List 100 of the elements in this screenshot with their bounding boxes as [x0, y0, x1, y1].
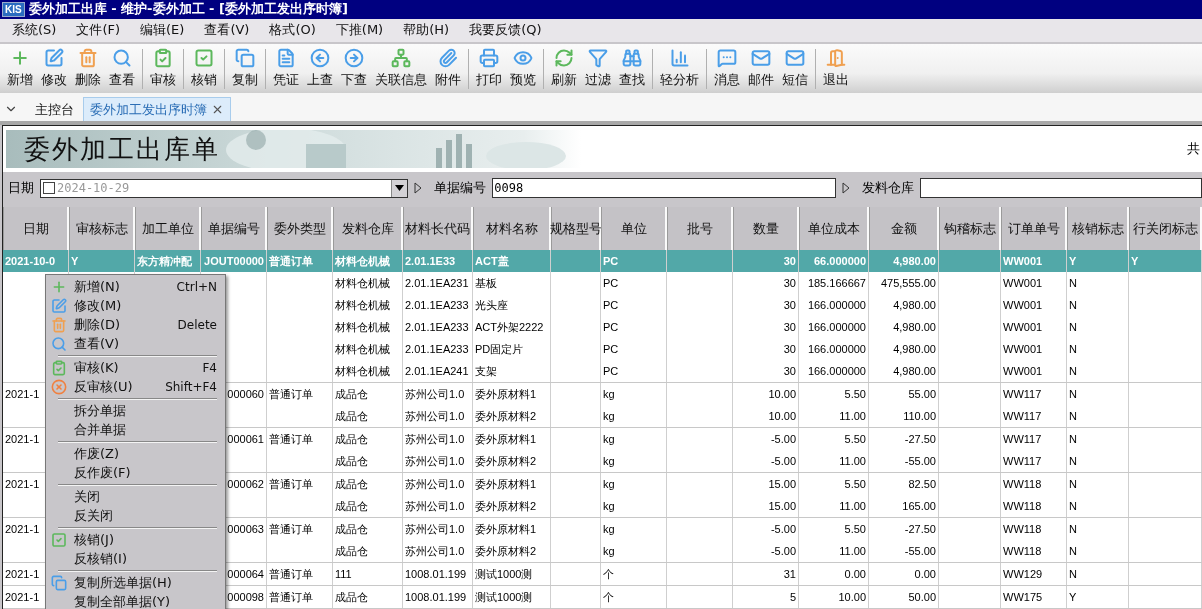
table-cell: PC: [603, 277, 619, 289]
toolbar-button[interactable]: 消息: [710, 46, 744, 92]
menu-item[interactable]: 新增(N) Ctrl+N: [46, 277, 225, 296]
toolbar-button[interactable]: 审核: [146, 46, 180, 92]
table-cell: WW118: [1003, 545, 1042, 557]
table-cell: -5.00: [770, 545, 796, 557]
clipboard-check-icon: [153, 48, 173, 69]
toolbar-button[interactable]: 下查: [337, 46, 371, 92]
triangle-right-icon[interactable]: [414, 182, 423, 194]
network-icon: [391, 48, 411, 69]
table-cell: 成品仓: [335, 521, 368, 537]
toolbar-button[interactable]: 上查: [303, 46, 337, 92]
table-cell: N: [1069, 478, 1077, 490]
right-arrow-circle-icon: [344, 48, 364, 69]
menu-item[interactable]: 系统(S): [2, 19, 67, 42]
toolbar-button[interactable]: 关联信息: [371, 46, 431, 92]
table-cell: WW117: [1003, 455, 1042, 467]
toolbar-button[interactable]: 打印: [472, 46, 506, 92]
table-cell: WW001: [1003, 321, 1043, 333]
menu-item[interactable]: 查看(V): [194, 19, 260, 42]
toolbar-button[interactable]: 轻分析: [656, 46, 703, 92]
toolbar-button[interactable]: 刷新: [547, 46, 581, 92]
toolbar-button[interactable]: 附件: [431, 46, 465, 92]
table-cell: kg: [603, 500, 615, 512]
trash-icon: [78, 48, 98, 69]
toolbar-button[interactable]: 复制: [228, 46, 262, 92]
menu-item[interactable]: 帮助(H): [393, 19, 460, 42]
table-cell: -55.00: [904, 455, 936, 467]
window-title: 委外加工出库 - 维护-委外加工 - [委外加工发出序时簿]: [28, 0, 348, 19]
table-cell: WW118: [1003, 500, 1042, 512]
menu-item[interactable]: 编辑(E): [130, 19, 195, 42]
table-cell: 111: [335, 568, 352, 580]
menu-item[interactable]: 修改(M): [46, 296, 225, 315]
search-icon: [51, 335, 67, 352]
table-cell: 5.50: [844, 478, 866, 490]
bill-number-label: 单据编号: [434, 179, 487, 197]
menu-item[interactable]: 我要反馈(Q): [459, 19, 552, 42]
table-cell: N: [1069, 410, 1077, 422]
table-cell: 委外原材料2: [475, 498, 537, 514]
table-cell: 材料仓机械: [335, 341, 390, 357]
toolbar-button[interactable]: 新增: [3, 46, 37, 92]
menu-item[interactable]: 审核(K) F4: [46, 358, 225, 377]
table-cell: N: [1069, 568, 1077, 580]
table-cell: N: [1069, 455, 1077, 467]
toolbar-button[interactable]: 短信: [778, 46, 812, 92]
table-cell: 2.01.1EA233: [405, 321, 469, 333]
table-cell: WW117: [1003, 433, 1042, 445]
warehouse-field[interactable]: [919, 178, 1202, 198]
table-cell: 30: [783, 277, 796, 289]
table-cell: 10.00: [768, 410, 796, 422]
menu-item[interactable]: 格式(O): [259, 19, 326, 42]
toolbar-button[interactable]: 预览: [506, 46, 540, 92]
shortcut-label: Ctrl+N: [176, 279, 217, 294]
table-cell: 委外原材料1: [475, 476, 537, 492]
tab[interactable]: 委外加工发出序时簿: [83, 97, 231, 121]
toolbar-button[interactable]: 邮件: [744, 46, 778, 92]
table-cell: 委外原材料1: [475, 521, 537, 537]
table-cell: 苏州公司1.0: [405, 408, 465, 424]
table-cell: N: [1069, 277, 1077, 289]
table-cell: 苏州公司1.0: [405, 476, 465, 492]
table-cell: 2.01.1EA233: [405, 299, 469, 311]
toolbar-button[interactable]: 修改: [37, 46, 71, 92]
bill-number-field[interactable]: 0098: [492, 178, 836, 198]
table-cell: 成品仓: [335, 408, 368, 424]
close-icon[interactable]: [211, 103, 224, 116]
table-cell: N: [1069, 343, 1077, 355]
table-cell: 30: [783, 299, 796, 311]
date-label: 日期: [8, 179, 34, 197]
toolbar-button[interactable]: 核销: [187, 46, 221, 92]
table-cell: 110.00: [903, 410, 936, 422]
toolbar-button[interactable]: 查找: [615, 46, 649, 92]
table-cell: 委外原材料1: [475, 431, 537, 447]
toolbar-button[interactable]: 查看: [105, 46, 139, 92]
table-cell: -5.00: [770, 455, 796, 467]
table-cell: 5: [789, 591, 796, 603]
dropdown-button[interactable]: [391, 179, 408, 197]
tab[interactable]: 主控台: [28, 97, 81, 121]
table-cell: -5.00: [770, 523, 796, 535]
table-cell: Y: [1069, 591, 1077, 603]
menu-item[interactable]: 复制全部单据(Y): [46, 592, 225, 609]
toolbar-button[interactable]: 退出: [819, 46, 853, 92]
table-cell: N: [1069, 321, 1077, 333]
triangle-right-icon[interactable]: [841, 182, 850, 194]
table-cell: 66.000000: [814, 255, 866, 267]
menu-item[interactable]: 删除(D) Delete: [46, 315, 225, 334]
table-cell: 000064: [227, 568, 264, 580]
menu-item[interactable]: 下推(M): [325, 19, 394, 42]
table-cell: PC: [603, 343, 619, 355]
checkbox[interactable]: [43, 182, 55, 194]
table-cell: 5.50: [844, 523, 866, 535]
toolbar-button[interactable]: 删除: [71, 46, 105, 92]
table-cell: 2.01.1EA231: [405, 277, 469, 289]
toolbar-button[interactable]: 凭证: [269, 46, 303, 92]
table-cell: 2021-1: [5, 433, 40, 445]
pencil-icon: [51, 297, 67, 314]
toolbar-button[interactable]: 过滤: [581, 46, 615, 92]
table-cell: 2021-1: [5, 591, 40, 603]
menu-item[interactable]: 文件(F): [66, 19, 131, 42]
check-icon: [51, 531, 67, 548]
table-cell: WW118: [1003, 523, 1042, 535]
